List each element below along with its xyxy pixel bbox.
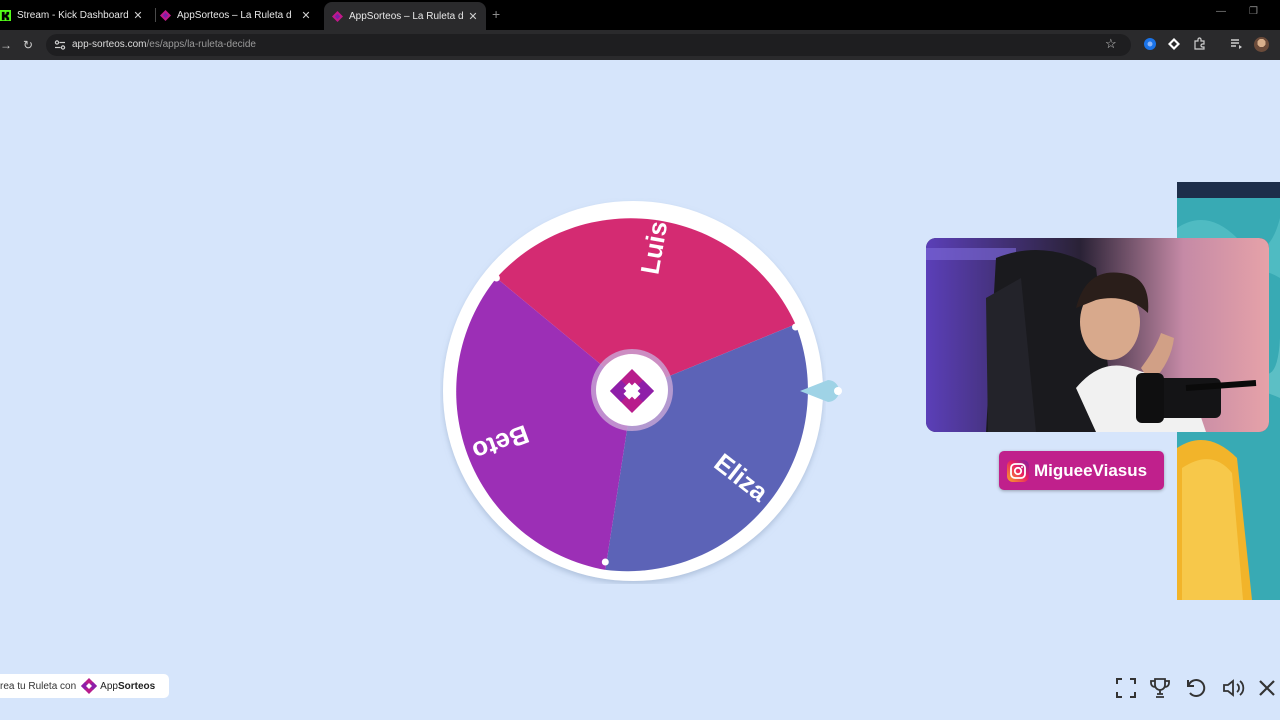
diamond-extension-icon[interactable] (1168, 38, 1180, 50)
tab-appsorteos-2[interactable]: AppSorteos – La Ruleta de la Suerte ✕ (324, 2, 486, 30)
media-queue-icon[interactable] (1230, 38, 1242, 50)
undo-icon[interactable] (1184, 676, 1208, 700)
close-icon[interactable]: ✕ (467, 10, 479, 23)
profile-avatar[interactable] (1254, 37, 1269, 52)
instagram-handle: MigueeViasus (1034, 460, 1148, 480)
wheel-peg (601, 558, 609, 566)
ad-header (1177, 182, 1280, 198)
brand-name: AppSorteos (100, 680, 156, 692)
create-wheel-link[interactable]: rea tu Ruleta con AppSorteos (0, 674, 169, 698)
minimize-icon[interactable]: — (1216, 6, 1226, 17)
prize-wheel[interactable]: Luis Eliza Beto (440, 198, 826, 584)
restore-icon[interactable]: ❐ (1249, 6, 1258, 17)
close-icon[interactable]: ✕ (300, 9, 312, 22)
url-text: app-sorteos.com/es/apps/la-ruleta-decide (72, 39, 256, 50)
extension-icon[interactable] (1143, 37, 1157, 51)
kick-icon (0, 9, 11, 21)
trophy-icon[interactable] (1148, 676, 1172, 700)
tab-kick-dashboard[interactable]: Stream - Kick Dashboard ✕ (0, 4, 150, 26)
volume-icon[interactable] (1221, 676, 1245, 700)
new-tab-button[interactable]: + (492, 6, 500, 22)
appsorteos-icon (332, 10, 343, 22)
close-icon[interactable] (1255, 676, 1279, 700)
browser-toolbar: → ↻ app-sorteos.com/es/apps/la-ruleta-de… (0, 30, 1280, 60)
webcam-video (926, 238, 1269, 432)
site-settings-icon[interactable] (54, 39, 66, 51)
fullscreen-icon[interactable] (1114, 676, 1138, 700)
instagram-handle-badge: MigueeViasus (999, 451, 1164, 490)
appsorteos-logo-icon (81, 678, 98, 694)
wheel-peg (492, 274, 500, 282)
forward-icon[interactable]: → (0, 37, 12, 53)
webcam-overlay (926, 238, 1269, 432)
close-icon[interactable]: ✕ (132, 9, 144, 22)
wheel-peg (792, 323, 799, 331)
bookmark-star-icon[interactable]: ☆ (1105, 36, 1117, 52)
reload-icon[interactable]: ↻ (23, 37, 33, 53)
browser-tab-strip: Stream - Kick Dashboard ✕ AppSorteos – L… (0, 0, 1280, 30)
instagram-icon (1007, 459, 1029, 482)
appsorteos-icon (160, 9, 171, 21)
puzzle-extensions-icon[interactable] (1193, 37, 1206, 50)
tab-appsorteos-1[interactable]: AppSorteos – La Ruleta de la Suerte ✕ (160, 4, 316, 26)
credit-text: rea tu Ruleta con (0, 680, 77, 692)
address-bar[interactable]: app-sorteos.com/es/apps/la-ruleta-decide… (46, 34, 1131, 56)
wheel-pointer (800, 380, 842, 402)
